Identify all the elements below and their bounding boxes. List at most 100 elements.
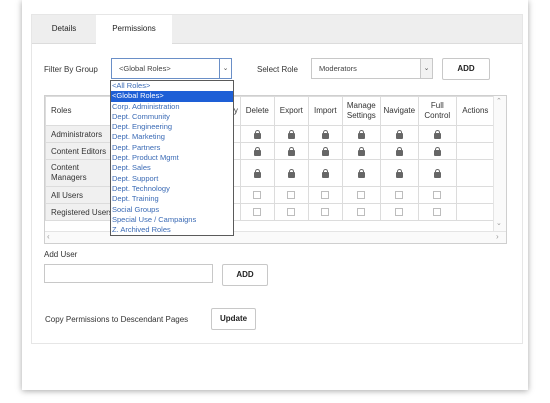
cell-full: [417, 203, 457, 221]
col-full-line2: Control: [424, 111, 451, 120]
lock-icon: [321, 146, 329, 156]
lock-icon: [287, 168, 295, 178]
chevron-down-icon[interactable]: ⌄: [219, 59, 231, 78]
col-full-control: Full Control: [417, 96, 457, 126]
vertical-scrollbar[interactable]: ⌃ ⌄: [493, 96, 506, 231]
dropdown-option[interactable]: Social Groups: [111, 205, 233, 215]
dropdown-option[interactable]: Dept. Training: [111, 194, 233, 204]
cell-manage: [341, 203, 381, 221]
cell-export: [273, 159, 309, 187]
col-import: Import: [307, 96, 343, 126]
chevron-down-icon[interactable]: ⌄: [420, 59, 432, 78]
cell-delete: [239, 125, 275, 143]
role-select-value: Moderators: [319, 64, 357, 73]
permission-checkbox[interactable]: [253, 208, 262, 217]
dropdown-option[interactable]: Dept. Product Mgmt: [111, 153, 233, 163]
cell-export: [273, 203, 309, 221]
lock-icon: [395, 168, 403, 178]
cell-export: [273, 142, 309, 160]
dropdown-option-selected[interactable]: <Global Roles>: [111, 91, 233, 102]
permission-checkbox[interactable]: [357, 191, 366, 200]
group-filter-select[interactable]: <Global Roles> ⌄: [111, 58, 232, 79]
group-filter-dropdown: <All Roles> <Global Roles> Corp. Adminis…: [110, 80, 234, 237]
dropdown-option[interactable]: Dept. Technology: [111, 184, 233, 194]
add-role-button[interactable]: ADD: [442, 58, 490, 80]
permissions-panel: Details Permissions Filter By Group <Glo…: [31, 14, 523, 344]
cell-navigate: [379, 142, 419, 160]
permission-checkbox[interactable]: [395, 208, 404, 217]
dropdown-option[interactable]: Dept. Support: [111, 174, 233, 184]
cell-actions: [455, 142, 495, 160]
lock-icon: [433, 168, 441, 178]
tab-details[interactable]: Details: [34, 15, 94, 43]
dropdown-option[interactable]: Special Use / Campaigns: [111, 215, 233, 225]
cell-import: [307, 142, 343, 160]
dropdown-option[interactable]: Z. Archived Roles: [111, 225, 233, 235]
update-button[interactable]: Update: [211, 308, 256, 330]
permission-checkbox[interactable]: [395, 191, 404, 200]
lock-icon: [321, 129, 329, 139]
cell-actions: [455, 159, 495, 187]
lock-icon: [253, 168, 261, 178]
scroll-down-icon[interactable]: ⌄: [496, 219, 502, 227]
add-user-input[interactable]: [44, 264, 213, 283]
permission-checkbox[interactable]: [253, 191, 262, 200]
cell-full: [417, 186, 457, 204]
lock-icon: [433, 146, 441, 156]
add-user-label: Add User: [44, 250, 78, 259]
dropdown-option[interactable]: Dept. Engineering: [111, 122, 233, 132]
cell-manage: [341, 186, 381, 204]
select-role-label: Select Role: [257, 65, 298, 74]
lock-icon: [253, 146, 261, 156]
permission-checkbox[interactable]: [287, 208, 296, 217]
role-name: Registered Users: [45, 203, 114, 221]
role-name: All Users: [45, 186, 114, 204]
cell-navigate: [379, 125, 419, 143]
cell-actions: [455, 125, 495, 143]
cell-manage: [341, 125, 381, 143]
role-select[interactable]: Moderators ⌄: [311, 58, 433, 79]
lock-icon: [395, 146, 403, 156]
col-manage-settings: Manage Settings: [341, 96, 381, 126]
col-manage-line2: Settings: [346, 111, 376, 120]
dropdown-option[interactable]: Dept. Sales: [111, 163, 233, 173]
permission-checkbox[interactable]: [287, 191, 296, 200]
permission-checkbox[interactable]: [357, 208, 366, 217]
role-name: Content Managers: [45, 159, 114, 187]
cell-import: [307, 203, 343, 221]
dropdown-option[interactable]: Dept. Partners: [111, 143, 233, 153]
cell-manage: [341, 159, 381, 187]
scroll-right-icon[interactable]: ›: [496, 232, 499, 242]
lock-icon: [357, 129, 365, 139]
dropdown-option[interactable]: Dept. Marketing: [111, 132, 233, 142]
lock-icon: [253, 129, 261, 139]
permission-checkbox[interactable]: [321, 208, 330, 217]
col-export: Export: [273, 96, 309, 126]
cell-delete: [239, 203, 275, 221]
cell-export: [273, 186, 309, 204]
dropdown-option[interactable]: Dept. Community: [111, 112, 233, 122]
tab-permissions[interactable]: Permissions: [96, 15, 172, 44]
lock-icon: [357, 146, 365, 156]
add-user-button[interactable]: ADD: [222, 264, 268, 286]
col-manage-line1: Manage: [346, 101, 376, 110]
dropdown-option[interactable]: Corp. Administration: [111, 102, 233, 112]
cell-full: [417, 125, 457, 143]
scroll-up-icon[interactable]: ⌃: [496, 97, 502, 105]
lock-icon: [433, 129, 441, 139]
cell-export: [273, 125, 309, 143]
permission-checkbox[interactable]: [433, 208, 442, 217]
cell-actions: [455, 186, 495, 204]
dropdown-option[interactable]: <All Roles>: [111, 81, 233, 91]
lock-icon: [287, 146, 295, 156]
scroll-left-icon[interactable]: ‹: [47, 232, 50, 242]
col-roles: Roles: [45, 96, 114, 126]
cell-navigate: [379, 186, 419, 204]
cell-delete: [239, 159, 275, 187]
group-filter-value: <Global Roles>: [119, 64, 171, 73]
cell-delete: [239, 142, 275, 160]
permission-checkbox[interactable]: [433, 191, 442, 200]
permission-checkbox[interactable]: [321, 191, 330, 200]
cell-navigate: [379, 159, 419, 187]
cell-navigate: [379, 203, 419, 221]
